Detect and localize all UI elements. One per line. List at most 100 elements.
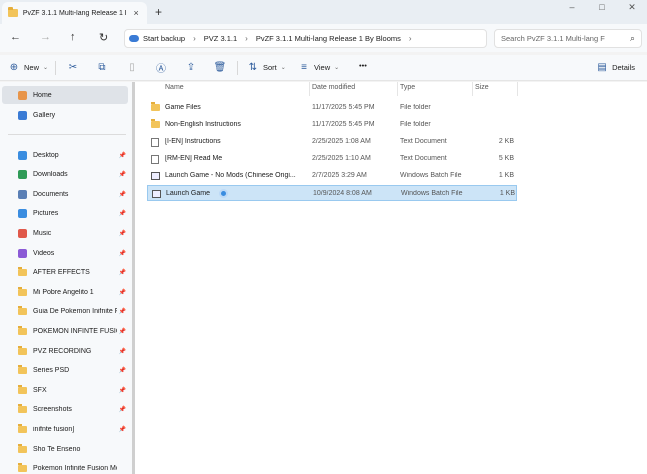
sidebar-item-desktop[interactable]: Desktop 📌 <box>16 146 128 164</box>
sidebar-item-home[interactable]: Home <box>2 86 128 104</box>
sidebar-item-pokemon-infinte-fusioi[interactable]: POKEMON INFINTE FUSIOI 📌 <box>16 322 128 340</box>
column-header-size[interactable]: Size <box>475 84 489 91</box>
back-button[interactable]: ← <box>10 31 21 43</box>
details-label: Details <box>612 62 635 72</box>
more-options-button[interactable]: ••• <box>359 61 367 70</box>
sidebar-item-label: inifnte fusion] <box>33 425 75 433</box>
close-tab-icon[interactable]: × <box>131 8 141 18</box>
sidebar-item-pvz-recording[interactable]: PVZ RECORDING 📌 <box>16 342 128 360</box>
file-row[interactable]: Launch Game - No Mods (Chinese Origi... 2… <box>147 168 517 184</box>
chevron-right-icon[interactable]: › <box>409 34 412 43</box>
file-size: 5 KB <box>498 155 514 162</box>
pin-icon: 📌 <box>118 348 126 355</box>
paste-button[interactable]: ▯ <box>126 61 138 73</box>
sidebar-item-sfx[interactable]: SFX 📌 <box>16 381 128 399</box>
search-input[interactable]: Search PvZF 3.1.1 Multi-lang F <box>501 34 621 43</box>
column-divider[interactable] <box>397 82 398 96</box>
copy-button[interactable]: ⧉ <box>96 61 108 73</box>
divider <box>55 61 56 75</box>
pin-icon: 📌 <box>118 191 126 198</box>
column-divider[interactable] <box>472 82 473 96</box>
trash-icon: 🗑 <box>213 61 227 73</box>
file-row[interactable]: [I-EN] Instructions 2/25/2025 1:08 AM Text… <box>147 134 517 150</box>
documents-icon <box>18 189 27 199</box>
home-icon <box>18 90 27 100</box>
close-window-button[interactable]: ✕ <box>617 0 647 14</box>
tab-title: PvZF 3.1.1 Multi-lang Release 1 By Bloom… <box>22 9 126 17</box>
sidebar-item-label: Series PSD <box>33 367 70 375</box>
sidebar-item-downloads[interactable]: Downloads 📌 <box>16 166 128 184</box>
details-pane-icon: ▤ <box>597 61 607 73</box>
chevron-down-icon: ⌄ <box>280 64 286 71</box>
share-button[interactable]: ⇪ <box>185 61 197 73</box>
sidebar-item-gallery[interactable]: Gallery <box>2 106 128 124</box>
downloads-icon <box>18 170 27 180</box>
sidebar-item-sho-te-enseno[interactable]: Sho Te Enseno <box>16 440 128 458</box>
folder-icon <box>151 102 160 111</box>
minimize-button[interactable]: – <box>557 0 587 14</box>
sidebar-item-label: Pictures <box>33 210 59 218</box>
breadcrumb-pvz[interactable]: PVZ 3.1.1 <box>204 34 237 43</box>
up-button[interactable]: ↑ <box>70 31 76 43</box>
maximize-button[interactable]: □ <box>587 0 617 14</box>
sidebar-item-videos[interactable]: Videos 📌 <box>16 244 128 262</box>
chevron-down-icon: ⌄ <box>334 64 340 71</box>
batch-file-icon <box>151 172 160 180</box>
cut-button[interactable]: ✂ <box>67 61 79 73</box>
sidebar-item-inifnte-fusion[interactable]: inifnte fusion] 📌 <box>16 420 128 438</box>
search-icon: ⌕ <box>629 33 635 43</box>
pin-icon: 📌 <box>118 309 126 316</box>
sidebar-item-guia-de-pokemon-inifnite-f[interactable]: Guia De Pokemon Inifnite F 📌 <box>16 303 128 321</box>
sidebar-item-label: SFX <box>33 386 47 394</box>
folder-icon <box>18 365 27 375</box>
file-type: File folder <box>400 121 431 128</box>
sidebar-item-label: Mi Pobre Angelito 1 <box>33 288 94 296</box>
forward-button[interactable]: → <box>40 31 51 43</box>
folder-icon <box>18 404 27 414</box>
refresh-button[interactable]: ↻ <box>99 31 108 44</box>
pin-icon: 📌 <box>118 387 126 394</box>
column-divider[interactable] <box>309 82 310 96</box>
pin-icon: 📌 <box>118 172 126 179</box>
chevron-right-icon: › <box>245 34 248 43</box>
desktop-icon <box>18 150 27 160</box>
new-tab-button[interactable]: + <box>155 5 162 19</box>
column-header-date[interactable]: Date modified <box>312 84 355 91</box>
column-header-name[interactable]: Name <box>165 84 184 91</box>
rename-button[interactable]: Ⓐ <box>155 61 167 75</box>
column-header-type[interactable]: Type <box>400 84 415 91</box>
pin-icon: 📌 <box>118 250 126 257</box>
chevron-right-icon: › <box>193 34 196 43</box>
sidebar-item-documents[interactable]: Documents 📌 <box>16 185 128 203</box>
folder-icon <box>18 384 27 394</box>
sidebar-item-pictures[interactable]: Pictures 📌 <box>16 205 128 223</box>
sidebar-item-mi-pobre-angelito-1[interactable]: Mi Pobre Angelito 1 📌 <box>16 283 128 301</box>
delete-button[interactable]: 🗑 <box>213 61 227 73</box>
file-row[interactable]: Launch Game 10/9/2024 8:08 AM Windows Batc… <box>147 185 517 201</box>
cloud-icon <box>129 35 139 42</box>
file-row[interactable]: [RM-EN] Read Me 2/25/2025 1:10 AM Text Doc… <box>147 151 517 167</box>
sidebar-item-series-psd[interactable]: Series PSD 📌 <box>16 362 128 380</box>
tab-active[interactable]: PvZF 3.1.1 Multi-lang Release 1 By Bloom… <box>2 2 147 24</box>
file-date: 11/17/2025 5:45 PM <box>312 104 375 111</box>
column-divider[interactable] <box>517 82 518 96</box>
details-button[interactable]: ▤ Details <box>596 61 635 73</box>
search-box[interactable]: Search PvZF 3.1.1 Multi-lang F ⌕ <box>494 29 642 48</box>
sidebar-item-after-effects[interactable]: AFTER EFFECTS 📌 <box>16 264 128 282</box>
view-button[interactable]: ≡ View ⌄ <box>298 61 339 73</box>
address-bar[interactable]: Start backup › PVZ 3.1.1 › PvZF 3.1.1 Mu… <box>124 29 487 48</box>
sidebar-item-pokemon-infinite-fusion-mod[interactable]: Pokemon Infinite Fusion Mod <box>16 460 128 474</box>
file-row[interactable]: Non-English Instructions 11/17/2025 5:45 … <box>147 117 517 133</box>
breadcrumb-start-backup[interactable]: Start backup <box>143 34 185 43</box>
file-type: Text Document <box>400 138 447 145</box>
file-row[interactable]: Game Files 11/17/2025 5:45 PM File folder <box>147 100 517 116</box>
breadcrumb-current-folder[interactable]: PvZF 3.1.1 Multi-lang Release 1 By Bloom… <box>256 34 401 43</box>
file-name: Game Files <box>165 104 201 111</box>
sort-button[interactable]: ⇅ Sort ⌄ <box>247 61 286 73</box>
sidebar-item-music[interactable]: Music 📌 <box>16 224 128 242</box>
new-button[interactable]: ⊕ New ⌄ <box>8 61 48 73</box>
sidebar-item-label: Screenshots <box>33 406 72 414</box>
divider <box>237 61 238 75</box>
sidebar-item-screenshots[interactable]: Screenshots 📌 <box>16 401 128 419</box>
pin-icon: 📌 <box>118 426 126 433</box>
